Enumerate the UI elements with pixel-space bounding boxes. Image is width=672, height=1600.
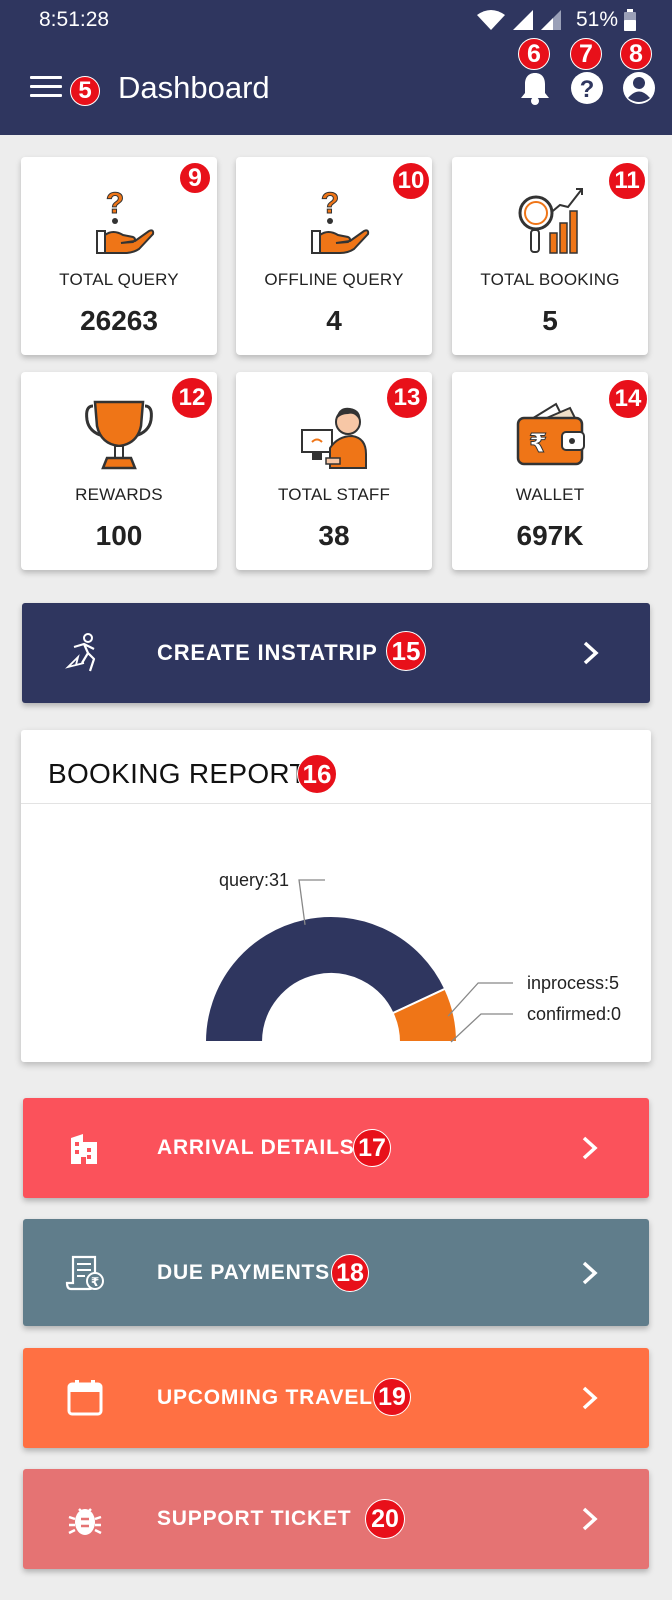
stat-card-offline-query[interactable]: ? OFFLINE QUERY 4 10 (236, 157, 432, 355)
bell-icon[interactable] (518, 70, 552, 106)
annotation-badge: 6 (518, 38, 550, 70)
annotation-badge: 11 (608, 162, 646, 200)
annotation-badge: 16 (297, 754, 337, 794)
stat-value: 38 (318, 520, 350, 551)
stat-label: REWARDS (75, 485, 163, 504)
stat-card-wallet[interactable]: ₹ WALLET 697K 14 (452, 372, 648, 570)
upcoming-travel-button[interactable]: UPCOMING TRAVEL 19 (23, 1348, 649, 1448)
annotation-badge: 12 (171, 377, 213, 419)
stat-value: 26263 (80, 305, 158, 336)
query-hand-icon: ? (311, 187, 370, 254)
stat-label: TOTAL BOOKING (480, 270, 620, 289)
report-title: BOOKING REPORT (48, 758, 307, 789)
stat-label: WALLET (515, 485, 585, 504)
status-time: 8:51:28 (39, 8, 110, 31)
annotation-badge: 17 (353, 1129, 391, 1167)
page-title: Dashboard (118, 70, 270, 105)
stat-value: 4 (326, 305, 342, 336)
banner-label: DUE PAYMENTS (157, 1260, 330, 1284)
annotation-badge: 15 (386, 631, 426, 671)
trophy-icon (85, 400, 153, 470)
staff-icon (301, 407, 367, 469)
calendar-icon (67, 1380, 103, 1416)
stat-card-rewards[interactable]: REWARDS 100 12 (21, 372, 217, 570)
help-icon[interactable]: ? (570, 70, 604, 106)
annotation-badge: 20 (365, 1499, 405, 1539)
svg-text:?: ? (106, 187, 124, 220)
banner-label: UPCOMING TRAVEL (157, 1386, 373, 1409)
support-ticket-button[interactable]: SUPPORT TICKET 20 (23, 1469, 649, 1569)
toolbar: 5 Dashboard ? (0, 60, 672, 120)
annotation-badge: 8 (620, 38, 652, 70)
account-icon[interactable] (622, 70, 656, 106)
stat-card-total-staff[interactable]: TOTAL STAFF 38 13 (236, 372, 432, 570)
booking-report-chart: query:31 inprocess:5 confirmed:0 (203, 870, 621, 1043)
menu-icon[interactable] (30, 76, 62, 102)
chevron-right-icon (582, 1507, 598, 1531)
battery-percent: 51% (575, 8, 618, 31)
svg-text:?: ? (580, 76, 595, 103)
annotation-badge: 13 (386, 377, 428, 419)
growth-chart-icon (518, 188, 583, 254)
data-label: confirmed:0 (527, 1004, 621, 1024)
bug-icon (68, 1508, 102, 1535)
battery-icon (624, 9, 636, 31)
leader-line (447, 982, 513, 1017)
signal-icon (512, 10, 533, 30)
wallet-icon: ₹ (516, 402, 585, 466)
banner-label: ARRIVAL DETAILS (157, 1136, 355, 1159)
annotation-badge: 9 (179, 162, 211, 194)
annotation-badge: 7 (570, 38, 602, 70)
create-instatrip-button[interactable]: CREATE INSTATRIP 15 (22, 603, 650, 703)
chevron-right-icon (582, 1136, 598, 1160)
stat-value: 100 (95, 520, 143, 551)
stat-card-total-query[interactable]: ? TOTAL QUERY 26263 9 (21, 157, 217, 355)
annotation-badge: 19 (373, 1378, 411, 1416)
stat-label: TOTAL STAFF (277, 485, 391, 504)
stat-label: TOTAL QUERY (59, 270, 179, 289)
svg-text:?: ? (321, 187, 339, 220)
stat-value: 697K (516, 520, 584, 551)
banner-label: SUPPORT TICKET (157, 1507, 352, 1530)
query-hand-icon: ? (96, 187, 155, 254)
traveler-icon (65, 633, 96, 672)
status-icons: 51% (476, 6, 636, 34)
stat-label: OFFLINE QUERY (264, 270, 404, 289)
app-bar: 8:51:28 51% 5 Dashboard ? 6 7 8 (0, 0, 672, 135)
due-payments-button[interactable]: ₹ DUE PAYMENTS 18 (23, 1219, 649, 1326)
chevron-right-icon (583, 641, 599, 665)
arrival-details-button[interactable]: ARRIVAL DETAILS 17 (23, 1098, 649, 1198)
chevron-right-icon (582, 1386, 598, 1410)
svg-text:₹: ₹ (529, 429, 547, 459)
status-bar: 8:51:28 51% (0, 0, 672, 40)
annotation-badge: 14 (608, 379, 648, 419)
booking-report-card: BOOKING REPORT 16 query:31 inprocess:5 con… (21, 730, 651, 1062)
svg-text:₹: ₹ (91, 1275, 99, 1289)
data-label: query:31 (219, 870, 289, 890)
leader-line (450, 1013, 513, 1043)
annotation-badge: 18 (331, 1254, 369, 1292)
annotation-badge: 10 (392, 162, 430, 200)
wifi-icon (476, 10, 505, 30)
banner-label: CREATE INSTATRIP (157, 640, 378, 665)
building-icon (71, 1134, 97, 1164)
data-label: inprocess:5 (527, 973, 619, 993)
stat-card-total-booking[interactable]: TOTAL BOOKING 5 11 (452, 157, 648, 355)
signal-icon (540, 10, 561, 30)
stat-value: 5 (542, 305, 558, 336)
receipt-icon: ₹ (65, 1255, 104, 1290)
annotation-badge: 5 (70, 76, 100, 106)
chevron-right-icon (582, 1261, 598, 1284)
